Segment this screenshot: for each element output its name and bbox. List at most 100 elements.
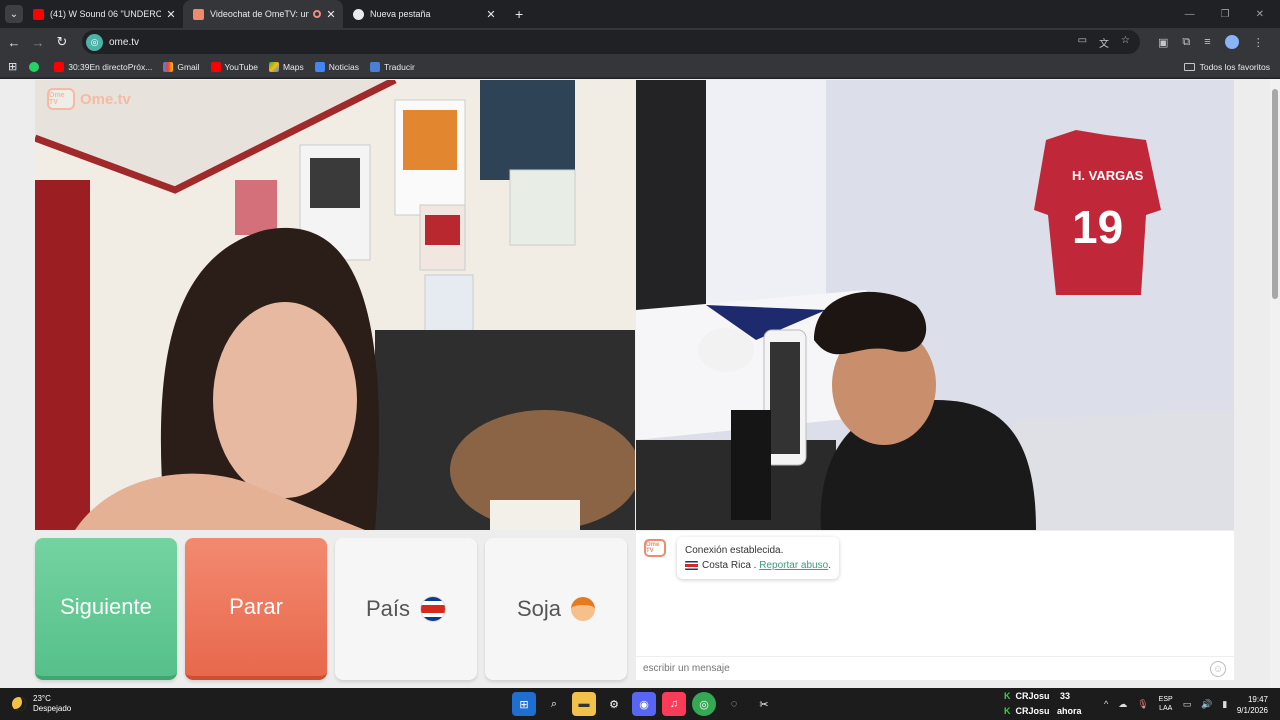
monitor-icon[interactable]: ▭ — [1183, 699, 1192, 710]
file-explorer-icon[interactable]: ▬ — [572, 692, 596, 716]
ometv-logo-text: Ome.tv — [80, 90, 131, 108]
tab-new[interactable]: Nueva pestaña ✕ — [343, 0, 503, 28]
game-user: CRJosu — [1015, 691, 1050, 701]
tab-youtube[interactable]: (41) W Sound 06 "UNDERCRO... ✕ — [23, 0, 183, 28]
microphone-icon[interactable]: 🎙 — [1137, 699, 1148, 710]
close-icon[interactable]: ✕ — [325, 8, 337, 21]
puzzle-icon[interactable]: ⧉ — [1182, 36, 1190, 49]
message-input[interactable] — [643, 663, 1183, 674]
bookmark-whatsapp[interactable] — [29, 61, 43, 72]
country-button-label: País — [365, 596, 411, 621]
layout-code: LAA — [1159, 705, 1173, 712]
language-indicator[interactable]: ESP LAA — [1159, 695, 1173, 713]
windows-start-icon[interactable]: ⊞ — [512, 692, 536, 716]
gender-button[interactable]: Soja — [485, 538, 627, 680]
all-bookmarks-button[interactable]: Todos los favoritos — [1183, 62, 1270, 72]
country-button[interactable]: País — [335, 538, 477, 680]
system-message: Conexión establecida. Costa Rica . Repor… — [677, 537, 839, 579]
browser-toolbar: ← → ↻ ◎ ome.tv ▭ 文 ☆ ▣ ⧉ ≡ ⋮ — [0, 28, 1280, 56]
jersey-number: 19 — [1072, 201, 1123, 253]
bookmark-label: Traducir — [383, 61, 415, 72]
cast-icon[interactable]: ▭ — [1078, 35, 1087, 50]
site-info-icon[interactable]: ◎ — [86, 33, 103, 51]
close-icon[interactable]: ✕ — [485, 8, 497, 21]
reload-button[interactable]: ↻ — [50, 34, 74, 50]
game-value: ahora — [1057, 706, 1082, 716]
obs-icon[interactable]: ◌ — [722, 692, 746, 716]
volume-icon[interactable]: 🔊 — [1201, 699, 1212, 710]
chat-panel: Ome TV Conexión establecida. Costa Rica … — [636, 531, 1234, 680]
language-code: ESP — [1158, 696, 1173, 703]
gender-button-label: Soja — [516, 596, 562, 621]
chrome-icon[interactable]: ◎ — [692, 692, 716, 716]
bookmark-maps[interactable]: Maps — [268, 61, 304, 72]
scrollbar-thumb[interactable] — [1272, 89, 1278, 299]
bookmark-live[interactable]: 30:39En directoPróx... — [54, 61, 152, 72]
partner-country: Costa Rica — [702, 560, 751, 571]
emoji-icon[interactable]: ☺ — [1210, 661, 1226, 677]
gmail-icon — [163, 61, 174, 72]
tab-ometv[interactable]: Videochat de OmeTV: una ... ✕ — [183, 0, 343, 28]
discord-icon[interactable]: ◉ — [632, 692, 656, 716]
avatar[interactable] — [1224, 35, 1239, 49]
youtube-icon — [33, 8, 44, 20]
new-tab-button[interactable]: + — [515, 6, 523, 22]
star-icon[interactable]: ☆ — [1121, 35, 1130, 50]
search-icon[interactable]: ⌕ — [542, 692, 566, 716]
bookmark-youtube[interactable]: YouTube — [210, 61, 258, 72]
self-video: H. VARGAS 19 — [636, 80, 1234, 530]
network-app-icon[interactable]: ☁ — [1118, 699, 1127, 710]
bookmarks-bar: ⊞ 30:39En directoPróx... Gmail YouTube M… — [0, 56, 1280, 78]
costa-rica-flag-icon — [420, 596, 447, 622]
weather-widget[interactable]: 23°C Despejado — [12, 694, 71, 714]
temperature: 23°C — [33, 694, 51, 703]
windows-taskbar: 23°C Despejado ⊞ ⌕ ▬ ⚙ ◉ ♫ ◎ ◌ ✂ K CRJosu… — [0, 688, 1280, 720]
message-input-row: ☺ — [636, 656, 1234, 680]
folder-icon — [1183, 62, 1195, 71]
system-clock[interactable]: 19:47 9/1/2026 — [1237, 694, 1268, 716]
forward-button[interactable]: → — [26, 35, 50, 50]
youtube-icon — [54, 61, 65, 72]
music-icon[interactable]: ♫ — [662, 692, 686, 716]
tab-title: Nueva pestaña — [370, 9, 431, 19]
kick-icon: K — [1004, 706, 1011, 716]
media-icon[interactable]: ≡ — [1204, 36, 1210, 48]
back-button[interactable]: ← — [2, 35, 26, 50]
extension-icon[interactable]: ▣ — [1158, 36, 1168, 49]
bookmark-traducir[interactable]: Traducir — [369, 61, 415, 72]
youtube-icon — [210, 61, 221, 72]
stop-button[interactable]: Parar — [185, 538, 327, 680]
close-icon[interactable]: ✕ — [165, 8, 177, 21]
chevron-up-icon[interactable]: ^ — [1104, 699, 1108, 709]
bookmark-gmail[interactable]: Gmail — [163, 61, 200, 72]
translate-icon[interactable]: 文 — [1099, 35, 1109, 50]
jersey-name: H. VARGAS — [1072, 168, 1144, 183]
ometv-icon — [193, 8, 204, 20]
capcut-icon[interactable]: ✂ — [752, 692, 776, 716]
menu-icon[interactable]: ⋮ — [1253, 36, 1264, 49]
battery-icon[interactable]: ▮ — [1222, 699, 1227, 710]
bookmark-label: Gmail — [177, 61, 200, 72]
moon-icon — [12, 697, 26, 711]
close-window-button[interactable]: ✕ — [1256, 9, 1264, 20]
system-tray: ^ ☁ 🎙 ESP LAA ▭ 🔊 ▮ — [1104, 688, 1227, 720]
partner-country-line: Costa Rica . Reportar abuso. — [685, 558, 831, 573]
address-bar[interactable]: ◎ ome.tv ▭ 文 ☆ — [82, 30, 1140, 54]
next-button-label: Siguiente — [60, 594, 152, 619]
whatsapp-icon — [29, 61, 40, 72]
tab-search-button[interactable]: ⌄ — [5, 5, 23, 23]
next-button[interactable]: Siguiente — [35, 538, 177, 680]
page-scrollbar[interactable] — [1270, 79, 1280, 688]
maximize-button[interactable]: ❐ — [1221, 9, 1230, 20]
boy-face-icon — [571, 597, 596, 621]
ometv-page: Ome TV Ome.tv H. VARGAS 19 Siguiente Par… — [0, 79, 1280, 688]
separator: . — [750, 560, 760, 571]
report-abuse-link[interactable]: Reportar abuso — [759, 560, 828, 571]
ometv-badge: Ome TV — [47, 88, 75, 110]
settings-icon[interactable]: ⚙ — [602, 692, 626, 716]
minimize-button[interactable]: — — [1185, 9, 1195, 20]
bookmark-noticias[interactable]: Noticias — [314, 61, 359, 72]
news-icon — [314, 61, 325, 72]
stranger-video-frame — [35, 80, 635, 530]
apps-grid-icon[interactable]: ⊞ — [8, 60, 17, 73]
